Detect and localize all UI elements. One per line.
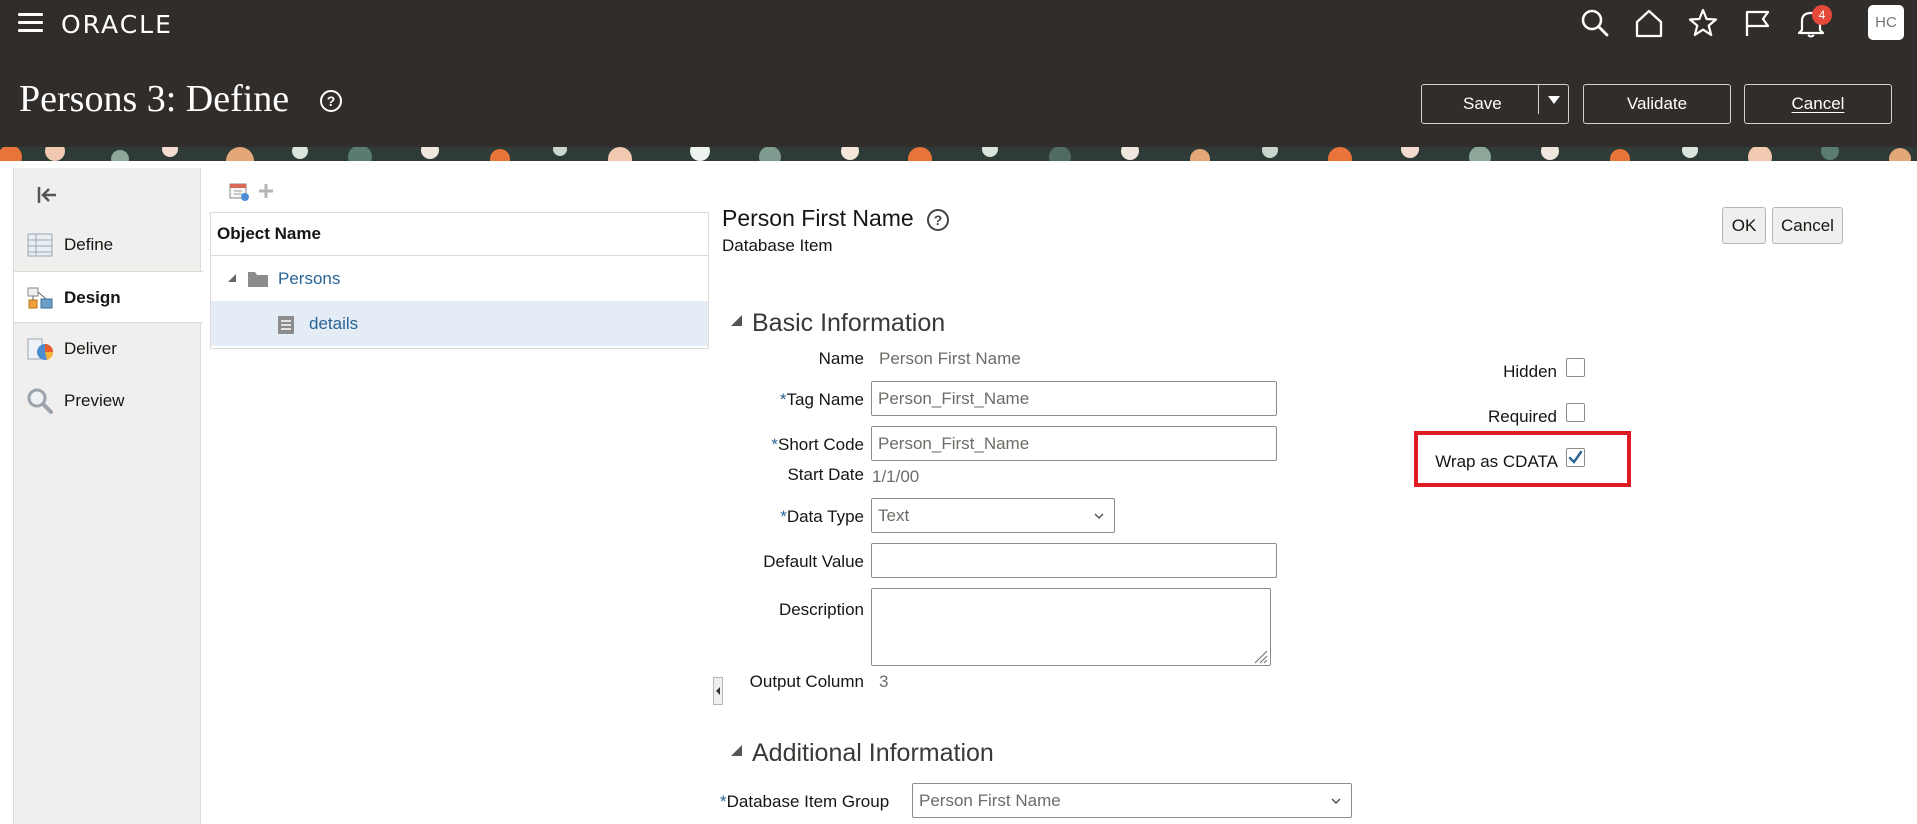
define-icon <box>27 233 53 257</box>
tree-row-persons[interactable]: Persons <box>211 256 708 301</box>
description-textarea[interactable] <box>871 588 1271 666</box>
ok-button[interactable]: OK <box>1722 207 1766 244</box>
tag-name-input[interactable]: Person_First_Name <box>871 381 1277 416</box>
user-avatar[interactable]: HC <box>1868 5 1904 40</box>
nav-item-define-label: Define <box>64 235 114 254</box>
detail-title: Person First Name <box>722 205 914 231</box>
additional-section-collapse-triangle-icon[interactable] <box>730 744 743 757</box>
output-column-value: 3 <box>879 672 889 691</box>
panel-splitter-handle[interactable] <box>713 677 723 705</box>
data-type-select[interactable]: Text <box>871 498 1115 533</box>
required-checkbox[interactable] <box>1566 403 1585 422</box>
data-type-label: *Data Type <box>700 507 864 527</box>
save-button-label: Save <box>1463 94 1502 113</box>
database-item-group-label: *Database Item Group <box>720 792 904 812</box>
design-icon <box>27 287 53 309</box>
object-tree: Object Name Persons details <box>210 212 709 349</box>
splitter-arrow-icon <box>716 687 720 695</box>
add-icon[interactable] <box>257 182 275 200</box>
page-title: Persons 3: Define <box>19 78 290 120</box>
new-schedule-icon[interactable] <box>228 180 250 202</box>
checkmark-icon <box>1568 450 1583 464</box>
nav-item-preview-label: Preview <box>64 391 125 410</box>
required-marker: * <box>720 792 727 811</box>
detail-cancel-button[interactable]: Cancel <box>1772 207 1843 244</box>
tag-name-label-text: Tag Name <box>786 390 864 409</box>
left-nav-panel: Define Design Deliver Preview <box>13 168 203 824</box>
nav-item-preview[interactable]: Preview <box>14 375 202 427</box>
help-icon[interactable]: ? <box>320 90 342 112</box>
chevron-down-icon <box>1094 513 1104 520</box>
expanded-triangle-icon[interactable] <box>227 273 237 283</box>
description-label: Description <box>778 600 864 619</box>
cancel-button-label: Cancel <box>1791 94 1845 113</box>
start-date-value: 1/1/00 <box>872 467 920 486</box>
favorites-star-icon[interactable] <box>1688 8 1718 38</box>
detail-help-icon[interactable]: ? <box>927 209 949 231</box>
additional-information-heading: Additional Information <box>752 739 994 767</box>
database-item-group-label-text: Database Item Group <box>726 792 890 811</box>
default-value-label: Default Value <box>763 552 864 571</box>
tree-item-persons-label[interactable]: Persons <box>278 269 340 289</box>
decorative-banner <box>0 147 1917 161</box>
deliver-icon <box>27 338 54 360</box>
detail-subtitle: Database Item <box>722 236 833 255</box>
hidden-checkbox[interactable] <box>1566 358 1585 377</box>
resize-grip-icon[interactable] <box>1252 648 1268 664</box>
database-item-group-select[interactable]: Person First Name <box>912 783 1352 818</box>
wrap-as-cdata-label: Wrap as CDATA <box>1435 452 1558 471</box>
tree-item-details-label[interactable]: details <box>309 314 358 334</box>
tree-column-header: Object Name <box>211 213 708 256</box>
hidden-label: Hidden <box>1503 362 1557 381</box>
nav-item-deliver[interactable]: Deliver <box>14 323 202 375</box>
required-marker: * <box>779 390 787 409</box>
required-marker: * <box>780 507 787 526</box>
oracle-logo: ORACLE <box>61 10 173 39</box>
cancel-button[interactable]: Cancel <box>1744 84 1892 124</box>
basic-information-heading: Basic Information <box>752 309 946 337</box>
tree-row-details[interactable]: details <box>211 301 708 346</box>
data-type-label-text: Data Type <box>786 507 864 526</box>
database-item-group-select-value: Person First Name <box>919 791 1061 810</box>
nav-item-design-label: Design <box>64 288 121 307</box>
default-value-input[interactable] <box>871 543 1277 578</box>
validate-button[interactable]: Validate <box>1583 84 1731 124</box>
tag-name-label: *Tag Name <box>700 390 864 410</box>
chevron-down-icon <box>1331 798 1341 805</box>
data-type-select-value: Text <box>878 506 910 525</box>
home-icon[interactable] <box>1634 8 1664 38</box>
document-icon <box>278 316 294 334</box>
flag-icon[interactable] <box>1742 8 1772 38</box>
required-label: Required <box>1488 407 1557 426</box>
app-header: ORACLE 4 HC Persons 3: Define ? Save Val… <box>0 0 1917 147</box>
nav-item-define[interactable]: Define <box>14 219 202 271</box>
search-icon[interactable] <box>1580 8 1610 38</box>
start-date-label: Start Date <box>787 465 864 484</box>
name-label: Name <box>818 349 864 368</box>
notification-count-badge: 4 <box>1812 5 1832 25</box>
save-split-divider <box>1538 84 1539 114</box>
section-collapse-triangle-icon[interactable] <box>730 314 743 327</box>
short-code-label: *Short Code <box>700 435 864 455</box>
folder-icon <box>248 272 268 287</box>
required-marker: * <box>771 435 778 454</box>
output-column-label: Output Column <box>749 672 864 691</box>
short-code-input[interactable]: Person_First_Name <box>871 426 1277 461</box>
wrap-as-cdata-checkbox[interactable] <box>1566 448 1585 467</box>
nav-item-design[interactable]: Design <box>14 271 203 323</box>
short-code-label-text: Short Code <box>778 435 864 454</box>
collapse-panel-icon[interactable] <box>36 184 58 206</box>
nav-item-deliver-label: Deliver <box>64 339 117 358</box>
preview-icon <box>27 388 53 414</box>
hamburger-menu-icon[interactable] <box>18 12 44 34</box>
name-value: Person First Name <box>879 349 1021 368</box>
banner-pattern <box>0 147 1917 161</box>
save-dropdown-arrow-icon[interactable] <box>1547 95 1561 105</box>
